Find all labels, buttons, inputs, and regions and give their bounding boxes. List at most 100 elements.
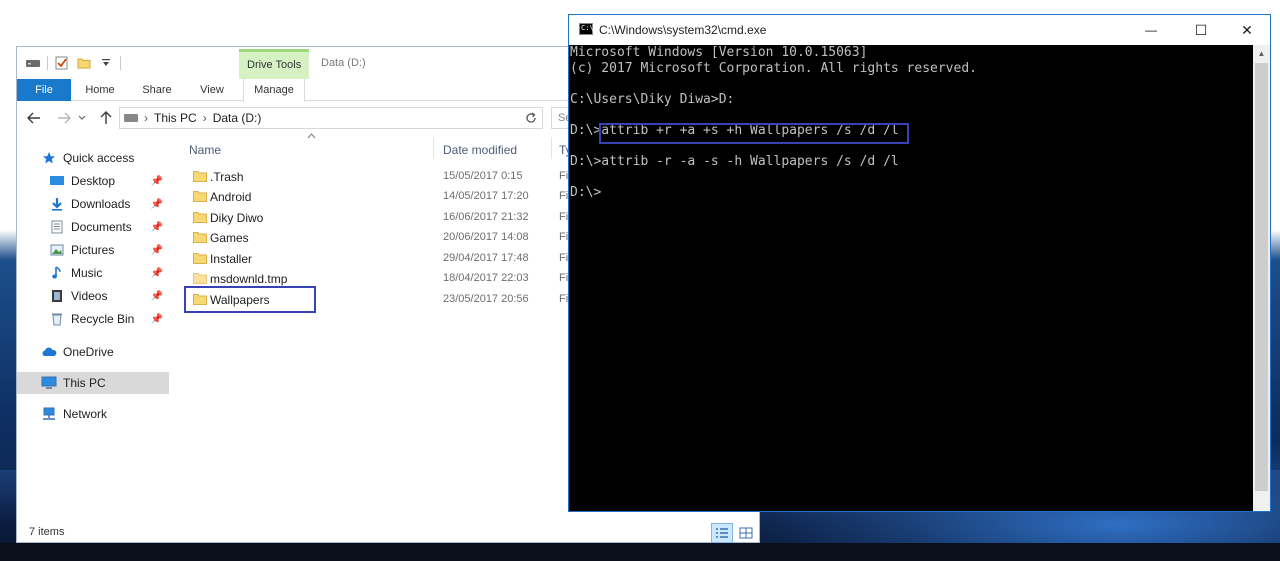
- cmd-console-output[interactable]: Microsoft Windows [Version 10.0.15063] (…: [569, 45, 1254, 511]
- customize-toolbar-icon[interactable]: [98, 55, 114, 71]
- breadcrumb-this-pc[interactable]: This PC: [154, 111, 197, 125]
- file-row[interactable]: Games 20/06/2017 14:08 Fi: [189, 228, 609, 248]
- refresh-icon[interactable]: [521, 108, 541, 128]
- file-type: Fi: [559, 211, 569, 223]
- file-row[interactable]: Installer 29/04/2017 17:48 Fi: [189, 249, 609, 269]
- file-name: Games: [210, 231, 249, 245]
- scroll-up-arrow-icon[interactable]: ▲: [1253, 45, 1270, 62]
- column-header-name[interactable]: Name: [189, 143, 221, 157]
- documents-icon: [49, 219, 65, 235]
- tab-view[interactable]: View: [197, 79, 227, 101]
- pin-icon[interactable]: 📌: [151, 222, 163, 233]
- forward-arrow-icon[interactable]: [53, 108, 75, 128]
- sort-ascending-icon: [307, 131, 316, 142]
- item-count: 7 items: [29, 526, 65, 538]
- pin-icon[interactable]: 📌: [151, 314, 163, 325]
- console-line: (c) 2017 Microsoft Corporation. All righ…: [570, 60, 977, 76]
- onedrive-icon: [41, 344, 57, 360]
- sidebar-item-pictures[interactable]: Pictures 📌: [17, 239, 169, 261]
- column-divider[interactable]: [551, 137, 552, 159]
- folder-icon: [193, 190, 207, 202]
- sidebar-item-label: Desktop: [71, 174, 116, 188]
- sidebar-item-label: Network: [63, 407, 108, 421]
- pin-icon[interactable]: 📌: [151, 268, 163, 279]
- column-header-date-modified[interactable]: Date modified: [443, 143, 517, 157]
- folder-icon: [193, 170, 207, 182]
- file-name: Diky Diwo: [210, 211, 264, 225]
- scrollbar-thumb[interactable]: [1255, 63, 1268, 491]
- file-date: 20/06/2017 14:08: [443, 231, 529, 243]
- file-date: 15/05/2017 0:15: [443, 170, 523, 182]
- console-line: C:\Users\Diky Diwa>D:: [570, 91, 735, 107]
- sidebar-item-downloads[interactable]: Downloads 📌: [17, 193, 169, 215]
- up-arrow-icon[interactable]: [95, 108, 117, 128]
- sidebar-item-onedrive[interactable]: OneDrive: [17, 341, 169, 363]
- file-list: Name Date modified Ty .Trash 15/05/2017 …: [179, 131, 599, 511]
- annotation-highlight-command: [599, 123, 909, 144]
- network-icon: [41, 406, 57, 422]
- sidebar-item-videos[interactable]: Videos 📌: [17, 285, 169, 307]
- column-divider[interactable]: [433, 137, 434, 159]
- minimize-button[interactable]: —: [1128, 15, 1174, 45]
- folder-icon: [193, 231, 207, 243]
- properties-icon[interactable]: [54, 55, 70, 71]
- back-arrow-icon[interactable]: [23, 108, 45, 128]
- sidebar-item-label: Music: [71, 266, 103, 280]
- drive-icon: [124, 114, 138, 122]
- console-line: D:\>attrib -r -a -s -h Wallpapers /s /d …: [570, 153, 899, 169]
- sidebar-item-label: Quick access: [63, 151, 135, 165]
- cmd-scrollbar[interactable]: ▲: [1253, 45, 1270, 511]
- large-icons-view-icon[interactable]: [735, 523, 757, 543]
- pin-icon[interactable]: 📌: [151, 245, 163, 256]
- sidebar-item-this-pc[interactable]: This PC: [17, 372, 169, 394]
- address-bar[interactable]: › This PC › Data (D:): [119, 107, 543, 129]
- pictures-icon: [49, 242, 65, 258]
- star-icon: [41, 150, 57, 166]
- breadcrumb-drive[interactable]: Data (D:): [213, 111, 262, 125]
- recent-locations-chevron-icon[interactable]: [75, 108, 89, 128]
- desktop-icon: [49, 173, 65, 189]
- file-type: Fi: [559, 231, 569, 243]
- sidebar-item-recycle-bin[interactable]: Recycle Bin 📌: [17, 308, 169, 330]
- close-button[interactable]: ✕: [1224, 15, 1270, 45]
- breadcrumb-separator: ›: [144, 111, 148, 125]
- navigation-pane: Quick access Desktop 📌 Downloads 📌 Docum…: [17, 143, 171, 523]
- file-row[interactable]: Diky Diwo 16/06/2017 21:32 Fi: [189, 208, 609, 228]
- tab-manage[interactable]: Manage: [243, 79, 305, 102]
- tab-home[interactable]: Home: [83, 79, 117, 101]
- pin-icon[interactable]: 📌: [151, 291, 163, 302]
- tab-share[interactable]: Share: [139, 79, 175, 101]
- sidebar-item-music[interactable]: Music 📌: [17, 262, 169, 284]
- sidebar-item-quick-access[interactable]: Quick access: [17, 147, 169, 169]
- minimize-icon: —: [1145, 23, 1157, 37]
- console-line: Microsoft Windows [Version 10.0.15063]: [570, 45, 868, 60]
- annotation-highlight-wallpapers: [184, 286, 316, 313]
- drive-icon[interactable]: [25, 55, 41, 71]
- sidebar-item-network[interactable]: Network: [17, 403, 169, 425]
- breadcrumb-separator: ›: [202, 111, 207, 125]
- videos-icon: [49, 288, 65, 304]
- sidebar-item-documents[interactable]: Documents 📌: [17, 216, 169, 238]
- file-name: .Trash: [210, 170, 244, 184]
- cmd-icon: C:\: [579, 23, 594, 35]
- file-date: 16/06/2017 21:32: [443, 211, 529, 223]
- maximize-button[interactable]: ☐: [1178, 15, 1224, 45]
- pin-icon[interactable]: 📌: [151, 176, 163, 187]
- new-folder-icon[interactable]: [76, 55, 92, 71]
- cmd-titlebar[interactable]: C:\ C:\Windows\system32\cmd.exe — ☐ ✕: [569, 15, 1270, 45]
- cmd-window: C:\ C:\Windows\system32\cmd.exe — ☐ ✕ Mi…: [568, 14, 1271, 512]
- file-name: msdownld.tmp: [210, 272, 288, 286]
- sidebar-item-label: OneDrive: [63, 345, 114, 359]
- folder-icon: [193, 272, 207, 284]
- folder-icon: [193, 252, 207, 264]
- computer-icon: [41, 375, 57, 391]
- pin-icon[interactable]: 📌: [151, 199, 163, 210]
- file-row[interactable]: .Trash 15/05/2017 0:15 Fi: [189, 167, 609, 187]
- toolbar-separator: [120, 56, 121, 70]
- details-view-icon[interactable]: [711, 523, 733, 543]
- sidebar-item-desktop[interactable]: Desktop 📌: [17, 170, 169, 192]
- file-row[interactable]: Android 14/05/2017 17:20 Fi: [189, 187, 609, 207]
- sidebar-item-label: Recycle Bin: [71, 312, 135, 326]
- tab-file[interactable]: File: [17, 79, 71, 101]
- toolbar-separator: [47, 56, 48, 70]
